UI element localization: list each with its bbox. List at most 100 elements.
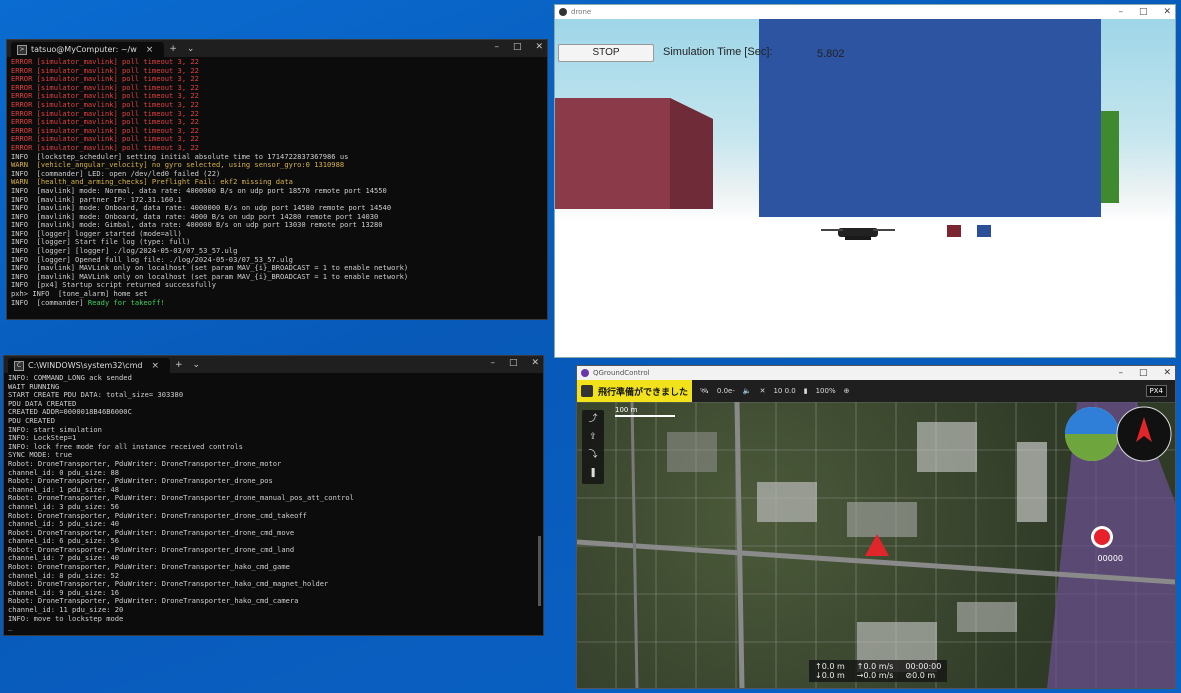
- takeoff-icon[interactable]: ⤴: [582, 410, 604, 428]
- chevron-down-icon[interactable]: ⌄: [188, 360, 206, 370]
- terminal-line: Robot: DroneTransporter, PduWriter: Dron…: [8, 580, 329, 589]
- close-button[interactable]: ✕: [535, 42, 543, 52]
- land-icon[interactable]: ⤵: [582, 446, 604, 464]
- terminal-line: channel_id: 5 pdu_size: 40: [8, 520, 120, 529]
- terminal-line: Robot: DroneTransporter, PduWriter: Dron…: [8, 528, 295, 537]
- red-box: [947, 225, 961, 237]
- terminal-line: ERROR [simulator_mavlink] poll timeout 3…: [11, 118, 199, 127]
- rc-icon[interactable]: ✕: [760, 387, 766, 395]
- green-building: [1101, 111, 1119, 203]
- minimize-button[interactable]: –: [1118, 7, 1123, 17]
- terminal-line: INFO [commander] LED: open /dev/led0 fai…: [11, 169, 221, 178]
- record-button[interactable]: [1091, 526, 1113, 548]
- gps-icon[interactable]: 🛰: [700, 387, 709, 395]
- terminal-line: INFO [commander] Ready for takeoff!: [11, 298, 165, 307]
- close-tab-icon[interactable]: ×: [146, 361, 164, 371]
- terminal-line: ERROR [simulator_mavlink] poll timeout 3…: [11, 92, 199, 101]
- terminal-line: channel_id: 11 pdu_size: 20: [8, 606, 124, 615]
- telemetry-value: ↑0.0 m/s: [856, 662, 894, 671]
- terminal-line: ERROR [simulator_mavlink] poll timeout 3…: [11, 75, 199, 84]
- terminal-line: WAIT RUNNING: [8, 382, 60, 391]
- terminal-output[interactable]: INFO: COMMAND_LONG ack sended WAIT RUNNIN…: [4, 373, 543, 633]
- terminal-line: CREATED ADDR=0000018B46B6000C: [8, 408, 132, 417]
- minimize-button[interactable]: –: [494, 42, 499, 52]
- qgc-title: QGroundControl: [593, 369, 650, 377]
- terminal-line: PDU DATA CREATED: [8, 399, 77, 408]
- close-tab-icon[interactable]: ×: [141, 45, 159, 55]
- simulator-window[interactable]: drone – □ ✕ STOP Simulation Time [Sec]: …: [554, 4, 1176, 358]
- terminal-line: channel_id: 7 pdu_size: 40: [8, 554, 120, 563]
- terminal-line: INFO [mavlink] mode: Onboard, data rate:…: [11, 212, 379, 221]
- terminal-tab[interactable]: > tatsuo@MyComputer: ~/w ×: [11, 42, 165, 57]
- battery-icon[interactable]: ▮: [804, 387, 808, 395]
- terminal-icon: >: [17, 44, 27, 55]
- close-button[interactable]: ✕: [1163, 368, 1171, 378]
- terminal-line: Robot: DroneTransporter, PduWriter: Dron…: [8, 477, 273, 486]
- terminal-line: channel_id: 9 pdu_size: 16: [8, 588, 120, 597]
- blue-box: [977, 225, 991, 237]
- simulator-title: drone: [571, 8, 592, 16]
- terminal-tab-title: C:\WINDOWS\system32\cmd: [28, 361, 143, 370]
- new-tab-button[interactable]: +: [164, 44, 182, 54]
- terminal-line: ERROR [simulator_mavlink] poll timeout 3…: [11, 66, 199, 75]
- vehicle-marker-icon[interactable]: [865, 534, 889, 556]
- terminal-line: ERROR [simulator_mavlink] poll timeout 3…: [11, 126, 199, 135]
- terminal-line: Robot: DroneTransporter, PduWriter: Dron…: [8, 511, 307, 520]
- status-message: 飛行準備ができました: [598, 387, 689, 398]
- simulation-viewport[interactable]: STOP Simulation Time [Sec]: 5.802: [555, 19, 1175, 357]
- gps-value: 0.0e-: [716, 387, 735, 395]
- terminal-line: channel_id: 8 pdu_size: 52: [8, 571, 120, 580]
- terminal-line: channel_id: 1 pdu_size: 48: [8, 485, 120, 494]
- terminal-line: INFO: lock free mode for all instance re…: [8, 442, 243, 451]
- satellite-map[interactable]: ⤴ ⇪ ⤵ ❚ 100 m 00000 ↑0.0 m ↑0.0 m/s 00:0…: [577, 402, 1175, 688]
- unity-icon: [559, 8, 567, 16]
- wsl-terminal-window[interactable]: > tatsuo@MyComputer: ~/w × + ⌄ – □ ✕ ERR…: [6, 39, 548, 320]
- drone-model: [821, 228, 895, 240]
- terminal-line: SYNC MODE: true: [8, 451, 73, 460]
- pause-icon[interactable]: ❚: [582, 464, 604, 482]
- terminal-line: INFO [logger] Opened full log file: ./lo…: [11, 255, 293, 264]
- terminal-line: pxh> INFO [tone_alarm] home set: [11, 290, 148, 299]
- terminal-line: INFO [lockstep_scheduler] setting initia…: [11, 152, 349, 161]
- telemetry-value: ⊘0.0 m: [905, 671, 936, 680]
- speaker-icon[interactable]: 🔈: [743, 387, 752, 395]
- simulator-titlebar[interactable]: drone – □ ✕: [555, 5, 1175, 19]
- cmd-terminal-window[interactable]: C C:\WINDOWS\system32\cmd × + ⌄ – □ ✕ IN…: [3, 355, 544, 636]
- flight-status-indicator[interactable]: 飛行準備ができました: [577, 380, 693, 402]
- terminal-tab[interactable]: C C:\WINDOWS\system32\cmd ×: [8, 358, 170, 373]
- close-button[interactable]: ✕: [1163, 7, 1171, 17]
- map-scale: 100 m: [615, 406, 675, 417]
- terminal-line: INFO [mavlink] partner IP: 172.31.160.1: [11, 195, 182, 204]
- terminal-line: INFO [mavlink] mode: Normal, data rate: …: [11, 186, 387, 195]
- terminal-line: INFO: COMMAND_LONG ack sended: [8, 374, 132, 382]
- terminal-output[interactable]: ERROR [simulator_mavlink] poll timeout 3…: [7, 57, 547, 308]
- terminal-line: INFO [px4] Startup script returned succe…: [11, 281, 216, 290]
- upload-icon[interactable]: ⇪: [582, 428, 604, 446]
- terminal-line: INFO [mavlink] MAVLink only on localhost…: [11, 272, 409, 281]
- record-counter: 00000: [1097, 554, 1123, 563]
- maximize-button[interactable]: □: [1139, 368, 1148, 378]
- minimize-button[interactable]: –: [490, 358, 495, 368]
- maximize-button[interactable]: □: [509, 358, 518, 368]
- close-button[interactable]: ✕: [531, 358, 539, 368]
- new-tab-button[interactable]: +: [170, 360, 188, 370]
- maximize-button[interactable]: □: [1139, 7, 1148, 17]
- qgc-titlebar[interactable]: QGroundControl – □ ✕: [577, 366, 1175, 380]
- terminal-line: INFO: start simulation: [8, 425, 102, 434]
- chevron-down-icon[interactable]: ⌄: [182, 44, 200, 54]
- qgc-app-icon: [581, 369, 589, 377]
- stop-button[interactable]: STOP: [558, 44, 654, 62]
- telemetry-value: 00:00:00: [905, 662, 942, 671]
- qgroundcontrol-window[interactable]: QGroundControl – □ ✕ 飛行準備ができました 🛰 0.0e- …: [576, 365, 1176, 689]
- terminal-line: PDU CREATED: [8, 416, 55, 425]
- terminal-line: ERROR [simulator_mavlink] poll timeout 3…: [11, 100, 199, 109]
- scrollbar[interactable]: [538, 536, 541, 606]
- minimize-button[interactable]: –: [1118, 368, 1123, 378]
- terminal-titlebar[interactable]: > tatsuo@MyComputer: ~/w × + ⌄ – □ ✕: [7, 40, 547, 57]
- settings-icon[interactable]: ⊕: [844, 387, 850, 395]
- terminal-line: ERROR [simulator_mavlink] poll timeout 3…: [11, 109, 199, 118]
- maximize-button[interactable]: □: [513, 42, 522, 52]
- terminal-titlebar[interactable]: C C:\WINDOWS\system32\cmd × + ⌄ – □ ✕: [4, 356, 543, 373]
- terminal-tab-title: tatsuo@MyComputer: ~/w: [31, 45, 137, 54]
- cmd-icon: C: [14, 360, 24, 371]
